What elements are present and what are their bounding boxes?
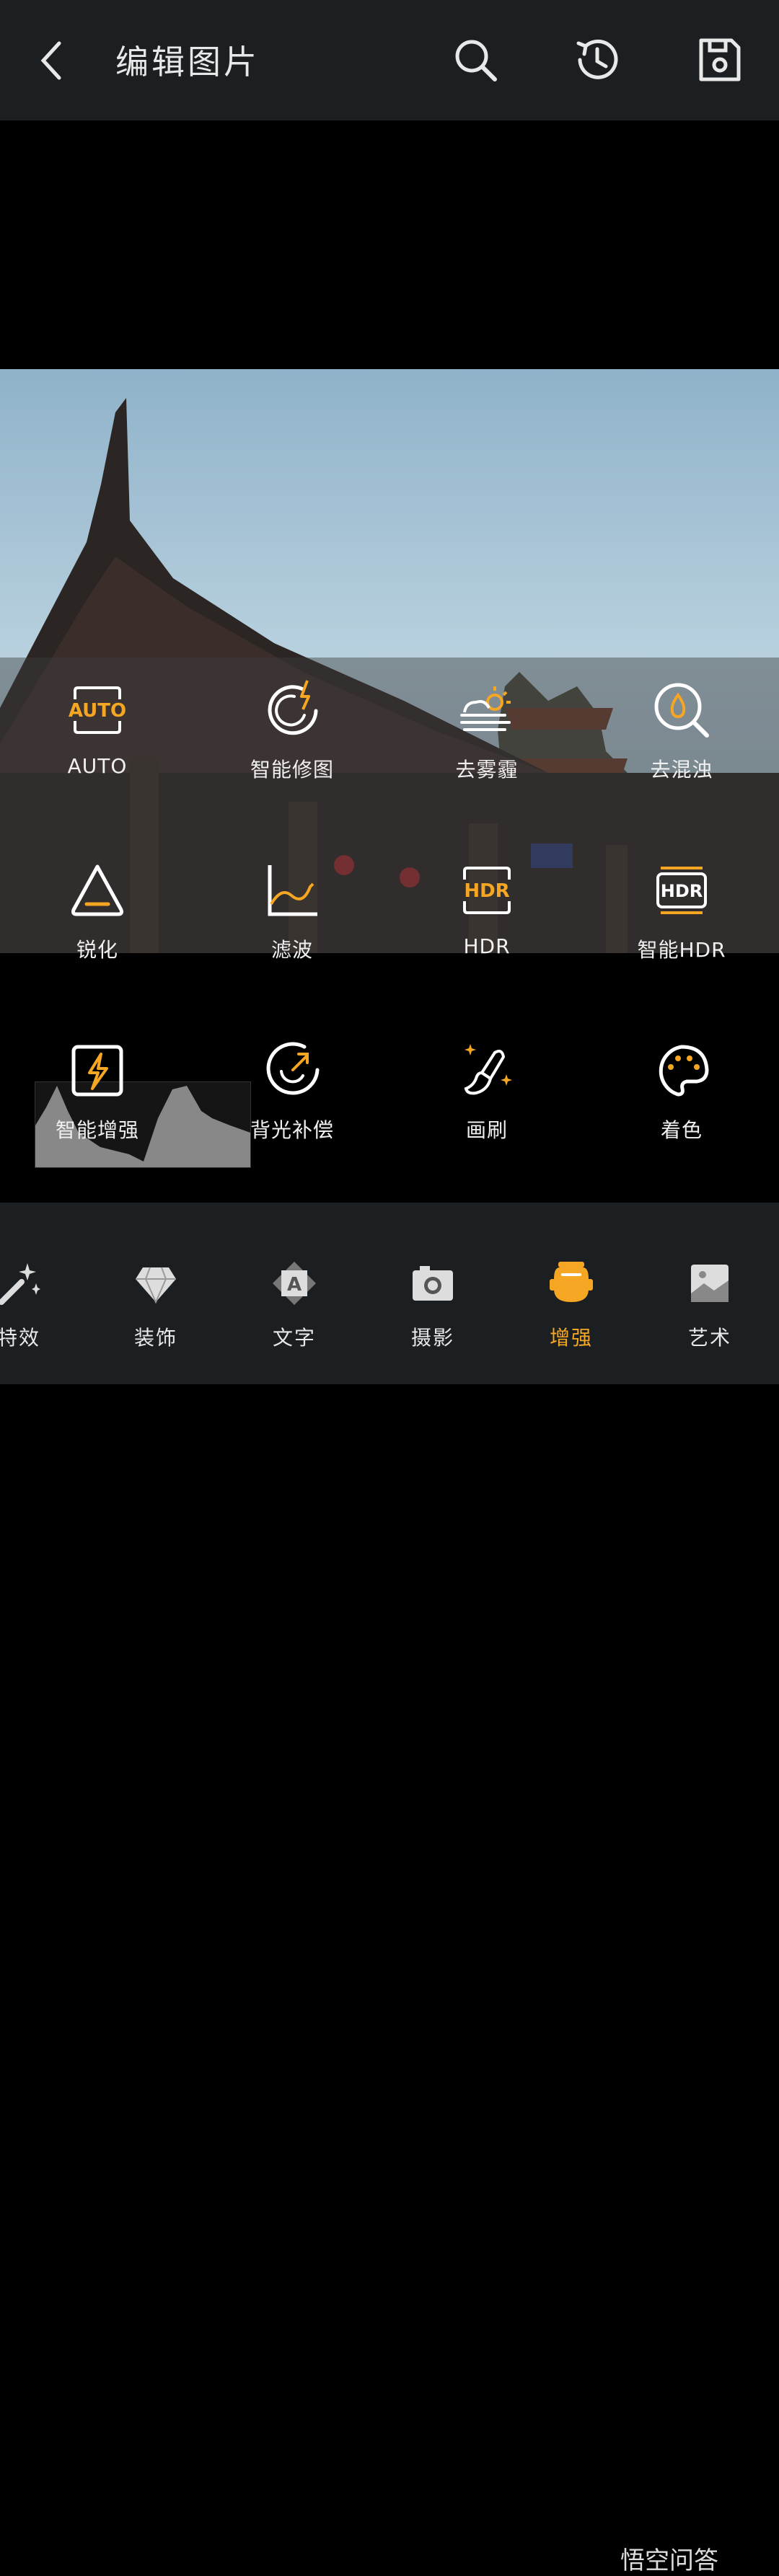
text-icon: A [273,1262,316,1305]
tool-auto[interactable]: AUTO AUTO [0,678,195,778]
tab-label: 艺术 [687,1326,731,1350]
watermark-logo: 悟空问答 [620,2546,718,2575]
search-button[interactable] [450,35,501,85]
bottom-tab-bar: 特效 装饰 A 文字 摄影 增强 艺术 悟空问答 [0,1203,779,2575]
tab-label: 摄影 [410,1326,454,1350]
tab-label: 装饰 [133,1326,177,1350]
tool-label: AUTO [67,754,128,778]
tool-sharpen[interactable]: 锐化 [0,858,195,963]
tool-label: 背光补偿 [250,1118,334,1142]
smart-enhance-icon [71,1045,123,1097]
back-button[interactable] [29,32,79,89]
dehaze-icon [460,686,511,731]
tab-decorate[interactable]: 装饰 [98,1260,214,1351]
tool-filter[interactable]: 滤波 [195,858,390,963]
tool-colorize[interactable]: 着色 [584,1038,779,1143]
svg-text:HDR: HDR [464,880,509,902]
smart-hdr-icon: HDR [656,867,707,914]
tool-label: 画刷 [465,1118,508,1142]
tool-label: 智能修图 [250,758,334,782]
tool-hdr[interactable]: HDR HDR [390,858,584,958]
tab-effects[interactable]: 特效 [0,1260,76,1351]
diamond-icon [136,1267,176,1304]
tool-smart-enhance[interactable]: 智能增强 [0,1038,195,1143]
palette-icon [659,1045,709,1097]
backlight-icon [266,1042,320,1095]
tab-art[interactable]: 艺术 [652,1260,767,1351]
tool-label: 智能增强 [55,1118,139,1142]
smart-retouch-icon [268,680,318,735]
history-button[interactable] [571,35,622,85]
tab-label: 特效 [0,1326,40,1350]
tool-label: 着色 [660,1118,703,1142]
search-icon [455,40,497,81]
tool-backlight[interactable]: 背光补偿 [195,1038,390,1143]
sharpen-icon [71,864,123,916]
tool-deturbid[interactable]: 去混浊 [584,678,779,783]
tab-text[interactable]: A 文字 [237,1260,352,1351]
deturbid-icon [654,683,709,738]
svg-text:AUTO: AUTO [69,700,126,722]
tool-label: 去雾霾 [455,758,519,782]
svg-text:A: A [287,1274,302,1296]
tool-label: 锐化 [76,938,118,962]
enhance-robot-icon [550,1262,593,1302]
tool-label: 智能HDR [637,938,726,962]
camera-icon [413,1266,453,1301]
tool-smart-retouch[interactable]: 智能修图 [195,678,390,783]
magic-wand-icon [0,1263,40,1305]
svg-text:HDR: HDR [661,881,703,901]
tab-label: 增强 [549,1326,593,1350]
hdr-icon: HDR [463,867,511,914]
tab-label: 文字 [272,1326,316,1350]
tool-brush[interactable]: 画刷 [390,1038,584,1143]
back-arrow-icon [40,41,61,80]
filter-curve-icon [268,865,317,916]
top-bar: 编辑图片 [0,0,779,120]
tool-label: HDR [463,934,511,958]
tool-grid: AUTO AUTO 智能修图 去雾霾 去混浊 锐化 滤波 HDR HDR HDR… [0,678,779,1182]
art-image-icon [691,1265,729,1302]
tab-photography[interactable]: 摄影 [375,1260,490,1351]
brush-icon [464,1044,512,1095]
save-button[interactable] [694,35,744,85]
page-title: 编辑图片 [115,43,260,81]
tab-enhance[interactable]: 增强 [514,1260,629,1351]
save-icon [699,38,741,81]
tool-label: 滤波 [270,938,313,962]
tool-dehaze[interactable]: 去雾霾 [390,678,584,783]
auto-icon: AUTO [69,686,126,734]
tool-smart-hdr[interactable]: HDR 智能HDR [584,858,779,963]
history-icon [576,39,618,79]
tool-label: 去混浊 [650,758,713,782]
